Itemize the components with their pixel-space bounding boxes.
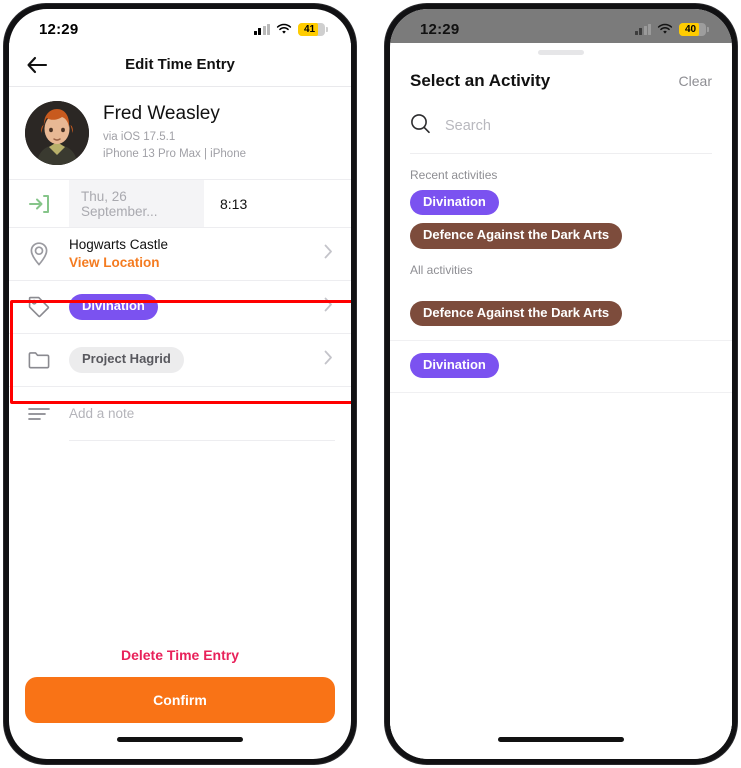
right-phone-screen: 12:29 40 Select an Activity Clear Search… xyxy=(390,9,732,759)
battery-level: 40 xyxy=(684,23,697,35)
location-pin-icon xyxy=(9,241,69,267)
sheet-header: Select an Activity Clear xyxy=(390,61,732,95)
project-row[interactable]: Project Hagrid xyxy=(9,334,351,387)
home-indicator xyxy=(390,737,732,759)
status-bar-indicators: 40 xyxy=(634,22,709,36)
chevron-right-icon xyxy=(324,244,333,264)
confirm-button[interactable]: Confirm xyxy=(25,677,335,723)
profile-via: via iOS 17.5.1 xyxy=(103,130,176,143)
status-bar-time: 12:29 xyxy=(420,20,460,38)
screenshot-stage: 12:29 41 Edit Time Entry Fred Weasley vi… xyxy=(0,0,741,768)
profile-device: iPhone 13 Pro Max | iPhone xyxy=(103,147,246,160)
wifi-icon xyxy=(657,23,673,35)
recent-activities-chips: Divination Defence Against the Dark Arts xyxy=(390,190,732,249)
search-icon xyxy=(410,113,431,139)
activity-chip-defence-against-the-dark-arts[interactable]: Defence Against the Dark Arts xyxy=(410,300,623,326)
view-location-link[interactable]: View Location xyxy=(69,254,321,272)
activity-chip-divination[interactable]: Divination xyxy=(410,352,499,379)
activity-chip-wrap: Divination xyxy=(69,294,351,320)
profile-text: Fred Weasley via iOS 17.5.1 iPhone 13 Pr… xyxy=(103,103,246,163)
sheet-grabber[interactable] xyxy=(390,43,732,61)
location-text: Hogwarts Castle View Location xyxy=(69,236,351,272)
right-phone-frame: 12:29 40 Select an Activity Clear Search… xyxy=(385,4,737,764)
project-chip[interactable]: Project Hagrid xyxy=(69,347,184,373)
location-row[interactable]: Hogwarts Castle View Location xyxy=(9,228,351,281)
chevron-right-icon xyxy=(324,350,333,370)
avatar xyxy=(25,101,89,165)
sheet-title: Select an Activity xyxy=(410,71,551,90)
sheet-empty-area xyxy=(390,393,732,737)
recent-chip-defence-against-the-dark-arts[interactable]: Defence Against the Dark Arts xyxy=(410,223,623,249)
search-row[interactable]: Search xyxy=(410,113,712,154)
chevron-right-icon xyxy=(324,297,333,317)
list-item[interactable]: Defence Against the Dark Arts xyxy=(390,289,732,341)
status-bar-indicators: 41 xyxy=(253,22,328,36)
select-activity-sheet: Select an Activity Clear Search Recent a… xyxy=(390,43,732,759)
delete-time-entry-button[interactable]: Delete Time Entry xyxy=(9,637,351,677)
navigation-bar: Edit Time Entry xyxy=(9,43,351,87)
note-row[interactable]: Add a note xyxy=(9,387,351,441)
back-arrow-icon[interactable] xyxy=(23,51,51,79)
all-activities-label: All activities xyxy=(410,262,473,277)
left-phone-screen: 12:29 41 Edit Time Entry Fred Weasley vi… xyxy=(9,9,351,759)
all-activities-list: Defence Against the Dark Arts Divination xyxy=(390,289,732,394)
content-spacer xyxy=(9,441,351,637)
note-input[interactable]: Add a note xyxy=(69,387,335,441)
right-status-bar: 12:29 40 xyxy=(390,9,732,43)
recent-chip-divination[interactable]: Divination xyxy=(410,190,499,216)
cellular-signal-icon xyxy=(253,23,270,35)
page-title: Edit Time Entry xyxy=(125,56,235,73)
tag-icon xyxy=(9,295,69,319)
time-field[interactable]: 8:13 xyxy=(204,180,351,227)
activity-chip[interactable]: Divination xyxy=(69,294,158,320)
recent-activities-label: Recent activities xyxy=(410,168,498,182)
wifi-icon xyxy=(276,23,292,35)
profile-name: Fred Weasley xyxy=(103,102,220,124)
profile-header: Fred Weasley via iOS 17.5.1 iPhone 13 Pr… xyxy=(9,87,351,180)
status-bar-time: 12:29 xyxy=(39,20,79,38)
left-phone-frame: 12:29 41 Edit Time Entry Fred Weasley vi… xyxy=(4,4,356,764)
cellular-signal-icon xyxy=(634,23,651,35)
list-item[interactable]: Divination xyxy=(390,341,732,394)
left-status-bar: 12:29 41 xyxy=(9,9,351,43)
time-entry-row: Thu, 26 September... 8:13 xyxy=(9,180,351,228)
home-indicator xyxy=(9,737,351,759)
battery-icon: 40 xyxy=(679,22,709,36)
note-lines-icon xyxy=(9,406,69,422)
clock-in-arrow-icon xyxy=(9,180,69,227)
folder-icon xyxy=(9,349,69,371)
activity-row[interactable]: Divination xyxy=(9,281,351,334)
battery-level: 41 xyxy=(303,23,316,35)
location-name: Hogwarts Castle xyxy=(69,236,169,252)
project-chip-wrap: Project Hagrid xyxy=(69,347,351,373)
battery-icon: 41 xyxy=(298,22,328,36)
date-field[interactable]: Thu, 26 September... xyxy=(69,180,204,227)
search-input[interactable]: Search xyxy=(445,118,491,134)
clear-button[interactable]: Clear xyxy=(679,73,712,89)
